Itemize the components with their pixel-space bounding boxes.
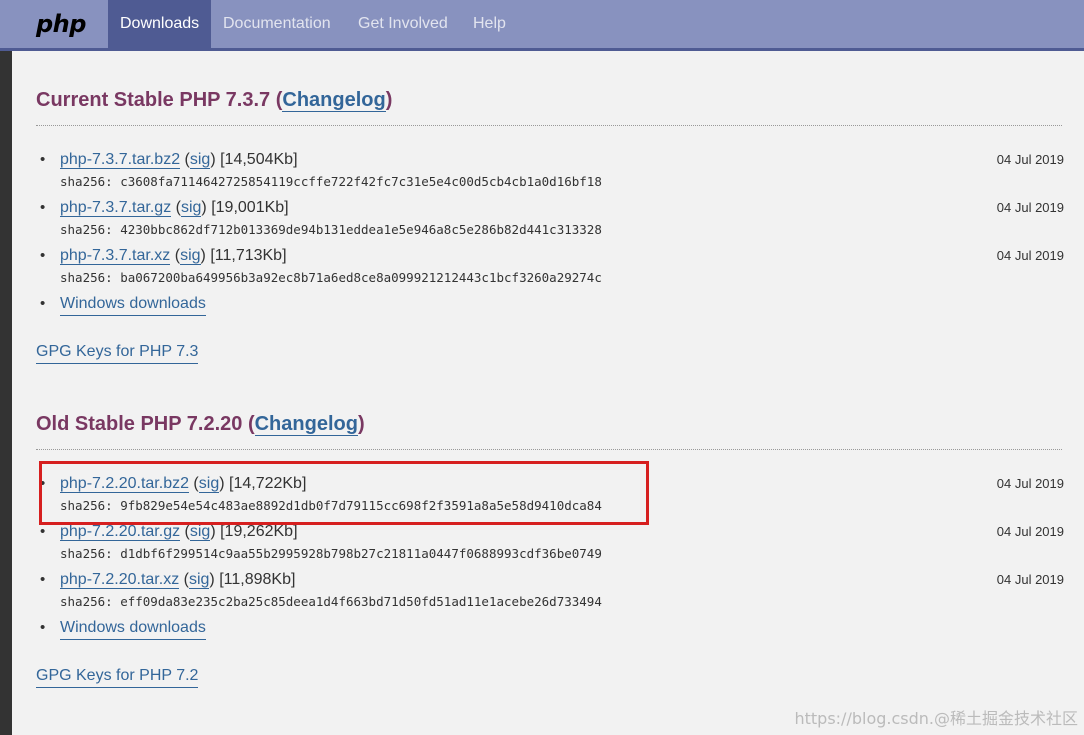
release-date: 04 Jul 2019 — [996, 200, 1064, 215]
section-title-old-stable: Old Stable PHP 7.2.20 (Changelog) — [36, 413, 365, 436]
php-logo[interactable]: php — [36, 6, 86, 42]
download-item: • php-7.3.7.tar.gz (sig) [19,001Kb] sha2… — [40, 199, 1064, 237]
sha256-hash: sha256: 4230bbc862df712b013369de94b131ed… — [60, 222, 602, 237]
download-item: • php-7.3.7.tar.xz (sig) [11,713Kb] sha2… — [40, 247, 1064, 285]
sha256-hash: sha256: eff09da83e235c2ba25c85deea1d4f66… — [60, 594, 602, 609]
highlight-box — [39, 461, 649, 525]
download-link[interactable]: php-7.3.7.tar.bz2 — [60, 151, 181, 169]
nav-get-involved[interactable]: Get Involved — [346, 0, 460, 48]
gpg-keys-link[interactable]: GPG Keys for PHP 7.2 — [36, 665, 199, 688]
section-title-close: ) — [385, 89, 393, 111]
changelog-link[interactable]: Changelog — [282, 89, 386, 112]
sig-link[interactable]: sig — [188, 571, 210, 589]
release-date: 04 Jul 2019 — [996, 248, 1064, 263]
nav-documentation[interactable]: Documentation — [211, 0, 343, 48]
windows-downloads-link[interactable]: Windows downloads — [60, 293, 206, 316]
changelog-link[interactable]: Changelog — [254, 413, 358, 436]
bullet-icon: • — [40, 199, 46, 216]
release-date: 04 Jul 2019 — [996, 572, 1064, 587]
release-date: 04 Jul 2019 — [996, 476, 1064, 491]
download-item: • php-7.2.20.tar.xz (sig) [11,898Kb] sha… — [40, 571, 1064, 609]
download-link[interactable]: php-7.2.20.tar.gz — [60, 523, 181, 541]
sig-link[interactable]: sig — [180, 199, 202, 217]
file-size: [19,262Kb] — [220, 523, 298, 540]
bullet-icon: • — [40, 247, 46, 264]
nav-help[interactable]: Help — [461, 0, 518, 48]
bullet-icon: • — [40, 571, 46, 588]
gpg-keys-link[interactable]: GPG Keys for PHP 7.3 — [36, 341, 199, 364]
section-title-text: Old Stable PHP 7.2.20 ( — [36, 413, 255, 435]
file-size: [11,898Kb] — [219, 571, 296, 588]
sha256-hash: sha256: d1dbf6f299514c9aa55b2995928b798b… — [60, 546, 602, 561]
download-link[interactable]: php-7.3.7.tar.xz — [60, 247, 171, 265]
bullet-icon: • — [40, 295, 46, 312]
section-title-close: ) — [357, 413, 365, 435]
section-divider — [36, 449, 1062, 450]
download-link[interactable]: php-7.3.7.tar.gz — [60, 199, 172, 217]
bullet-icon: • — [40, 619, 46, 636]
download-item: • php-7.2.20.tar.gz (sig) [19,262Kb] sha… — [40, 523, 1064, 561]
download-item: • php-7.3.7.tar.bz2 (sig) [14,504Kb] sha… — [40, 151, 1064, 189]
windows-downloads-link[interactable]: Windows downloads — [60, 617, 206, 640]
section-title-current-stable: Current Stable PHP 7.3.7 (Changelog) — [36, 89, 392, 112]
sig-link[interactable]: sig — [189, 523, 211, 541]
release-date: 04 Jul 2019 — [996, 524, 1064, 539]
file-size: [11,713Kb] — [210, 247, 287, 264]
top-navigation: php Downloads Documentation Get Involved… — [0, 0, 1084, 51]
download-link[interactable]: php-7.2.20.tar.xz — [60, 571, 180, 589]
section-divider — [36, 125, 1062, 126]
watermark-text: https://blog.csdn.@稀土掘金技术社区 — [794, 709, 1078, 728]
sha256-hash: sha256: ba067200ba649956b3a92ec8b71a6ed8… — [60, 270, 602, 285]
nav-downloads[interactable]: Downloads — [108, 0, 211, 48]
file-size: [19,001Kb] — [211, 199, 289, 216]
sig-link[interactable]: sig — [180, 247, 201, 265]
sig-link[interactable]: sig — [189, 151, 211, 169]
file-size: [14,504Kb] — [220, 151, 298, 168]
bullet-icon: • — [40, 151, 46, 168]
section-title-text: Current Stable PHP 7.3.7 ( — [36, 89, 283, 111]
left-sidebar-strip — [0, 51, 12, 735]
sha256-hash: sha256: c3608fa7114642725854119ccffe722f… — [60, 174, 602, 189]
release-date: 04 Jul 2019 — [996, 152, 1064, 167]
